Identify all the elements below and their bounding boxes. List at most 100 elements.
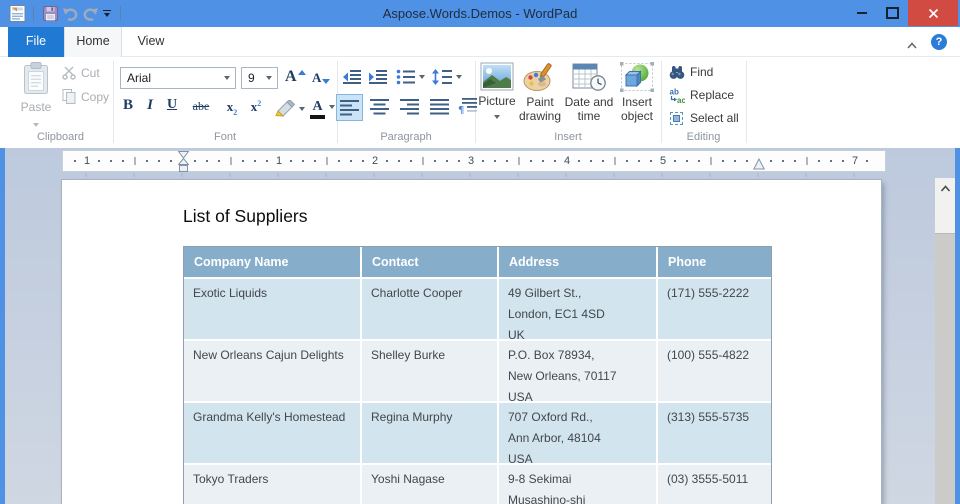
ruler-tick bbox=[194, 160, 196, 162]
document-page[interactable]: List of Suppliers Company Name Contact Add… bbox=[62, 180, 881, 504]
align-right-icon bbox=[400, 99, 419, 115]
minimize-button[interactable] bbox=[849, 0, 875, 26]
address-cell[interactable]: 9-8 Sekimai Musashino-shi bbox=[499, 465, 656, 504]
titlebar[interactable]: Aspose.Words.Demos - WordPad bbox=[0, 0, 960, 27]
bold-button[interactable]: B bbox=[118, 97, 138, 114]
save-icon[interactable] bbox=[40, 4, 60, 24]
table-row: Tokyo Traders Yoshi Nagase 9-8 Sekimai Musa… bbox=[184, 465, 771, 504]
address-cell[interactable]: 49 Gilbert St., London, EC1 4SD UK bbox=[499, 279, 656, 339]
phone-cell[interactable]: (100) 555-4822 bbox=[658, 341, 771, 401]
company-cell[interactable]: Tokyo Traders bbox=[184, 465, 360, 504]
grow-font-button[interactable]: A bbox=[285, 68, 306, 86]
font-color-icon: A bbox=[312, 99, 323, 114]
company-cell[interactable]: Exotic Liquids bbox=[184, 279, 360, 339]
maximize-button[interactable] bbox=[879, 0, 905, 26]
picture-label: Picture bbox=[478, 94, 516, 108]
select-all-button[interactable]: Select all bbox=[668, 109, 739, 127]
phone-cell[interactable]: (03) 3555-5011 bbox=[658, 465, 771, 504]
tab-view[interactable]: View bbox=[122, 27, 180, 57]
ruler-tick bbox=[638, 160, 640, 162]
ruler-tick bbox=[146, 160, 148, 162]
ruler-tick bbox=[494, 160, 496, 162]
collapse-ribbon-icon[interactable] bbox=[906, 37, 918, 49]
increase-indent-button[interactable] bbox=[368, 69, 388, 90]
vertical-scrollbar[interactable] bbox=[935, 178, 955, 504]
shrink-font-button[interactable]: A bbox=[312, 70, 331, 86]
cut-button[interactable]: Cut bbox=[62, 66, 100, 80]
insert-group-label: Insert bbox=[554, 131, 582, 143]
ruler-tick bbox=[506, 160, 508, 162]
contact-cell[interactable]: Shelley Burke bbox=[362, 341, 497, 401]
superscript-button[interactable]: x2 bbox=[246, 99, 266, 115]
close-button[interactable] bbox=[908, 0, 958, 26]
date-time-label: Date and time bbox=[564, 95, 614, 123]
table-header-row: Company Name Contact Address Phone bbox=[184, 247, 771, 279]
ruler-number: 2 bbox=[371, 155, 379, 167]
contact-cell[interactable]: Yoshi Nagase bbox=[362, 465, 497, 504]
qat-dropdown-icon[interactable] bbox=[100, 4, 114, 24]
subscript-button[interactable]: x2 bbox=[222, 99, 242, 117]
ruler-tick bbox=[842, 160, 844, 162]
workspace: 1123457 List of Suppliers Company Name Co… bbox=[0, 148, 960, 504]
align-right-button[interactable] bbox=[400, 99, 420, 120]
phone-cell[interactable]: (171) 555-2222 bbox=[658, 279, 771, 339]
highlight-button[interactable] bbox=[274, 100, 305, 117]
align-left-button[interactable] bbox=[336, 94, 363, 121]
align-center-icon bbox=[370, 99, 389, 115]
contact-cell[interactable]: Charlotte Cooper bbox=[362, 279, 497, 339]
italic-icon: I bbox=[147, 97, 153, 113]
chevron-down-icon bbox=[299, 106, 305, 111]
underline-button[interactable]: U bbox=[162, 97, 182, 113]
ruler-number: 3 bbox=[467, 155, 475, 167]
ruler-tick bbox=[98, 160, 100, 162]
company-cell[interactable]: Grandma Kelly's Homestead bbox=[184, 403, 360, 463]
company-cell[interactable]: New Orleans Cajun Delights bbox=[184, 341, 360, 401]
paste-dropdown-icon bbox=[33, 123, 39, 127]
right-indent-marker[interactable] bbox=[753, 158, 765, 170]
phone-cell[interactable]: (313) 555-5735 bbox=[658, 403, 771, 463]
justify-button[interactable] bbox=[430, 99, 450, 120]
first-line-indent-marker[interactable] bbox=[178, 151, 189, 172]
contact-cell[interactable]: Regina Murphy bbox=[362, 403, 497, 463]
ruler-tick bbox=[434, 160, 436, 162]
wordpad-app-icon[interactable] bbox=[7, 4, 27, 24]
find-button[interactable]: Find bbox=[668, 63, 713, 81]
bullets-button[interactable] bbox=[396, 69, 425, 85]
replace-label: Replace bbox=[690, 88, 735, 102]
ruler-tick bbox=[230, 157, 232, 165]
help-icon[interactable]: ? bbox=[931, 34, 947, 50]
font-size-combobox[interactable]: 9 bbox=[241, 67, 278, 89]
font-family-combobox[interactable]: Arial bbox=[120, 67, 236, 89]
undo-icon[interactable] bbox=[60, 4, 80, 24]
scrollbar-thumb[interactable] bbox=[935, 233, 955, 504]
tab-home[interactable]: Home bbox=[64, 27, 122, 57]
ruler-tick bbox=[410, 160, 412, 162]
chevron-down-icon bbox=[419, 75, 425, 79]
font-color-button[interactable]: A bbox=[310, 97, 335, 119]
redo-icon[interactable] bbox=[80, 4, 100, 24]
ruler-tick bbox=[565, 173, 567, 177]
italic-button[interactable]: I bbox=[141, 97, 159, 114]
select-all-label: Select all bbox=[690, 111, 739, 125]
ruler-tick bbox=[421, 173, 423, 177]
tab-file[interactable]: File bbox=[8, 27, 64, 57]
align-center-button[interactable] bbox=[370, 99, 390, 120]
highlight-icon bbox=[275, 100, 296, 117]
font-group-label: Font bbox=[213, 131, 236, 143]
ribbon-tab-row: File Home View ? bbox=[0, 27, 960, 57]
address-cell[interactable]: P.O. Box 78934, New Orleans, 70117 USA bbox=[499, 341, 656, 401]
ruler-tick bbox=[866, 160, 868, 162]
scroll-up-button[interactable] bbox=[935, 178, 955, 200]
ruler-tick bbox=[734, 160, 736, 162]
column-header: Address bbox=[509, 255, 560, 269]
paste-button[interactable]: Paste bbox=[14, 61, 58, 132]
copy-button[interactable]: Copy bbox=[62, 89, 109, 104]
close-icon bbox=[928, 8, 938, 18]
replace-button[interactable]: ab ac Replace bbox=[668, 86, 735, 104]
line-spacing-button[interactable] bbox=[432, 69, 462, 85]
decrease-indent-button[interactable] bbox=[342, 69, 362, 90]
ruler-band[interactable]: 1 1 2 3 4 5 7 bbox=[62, 150, 886, 172]
strikethrough-button[interactable]: abe bbox=[186, 99, 216, 114]
paint-drawing-label: Paint drawing bbox=[518, 95, 562, 123]
address-cell[interactable]: 707 Oxford Rd., Ann Arbor, 48104 USA bbox=[499, 403, 656, 463]
